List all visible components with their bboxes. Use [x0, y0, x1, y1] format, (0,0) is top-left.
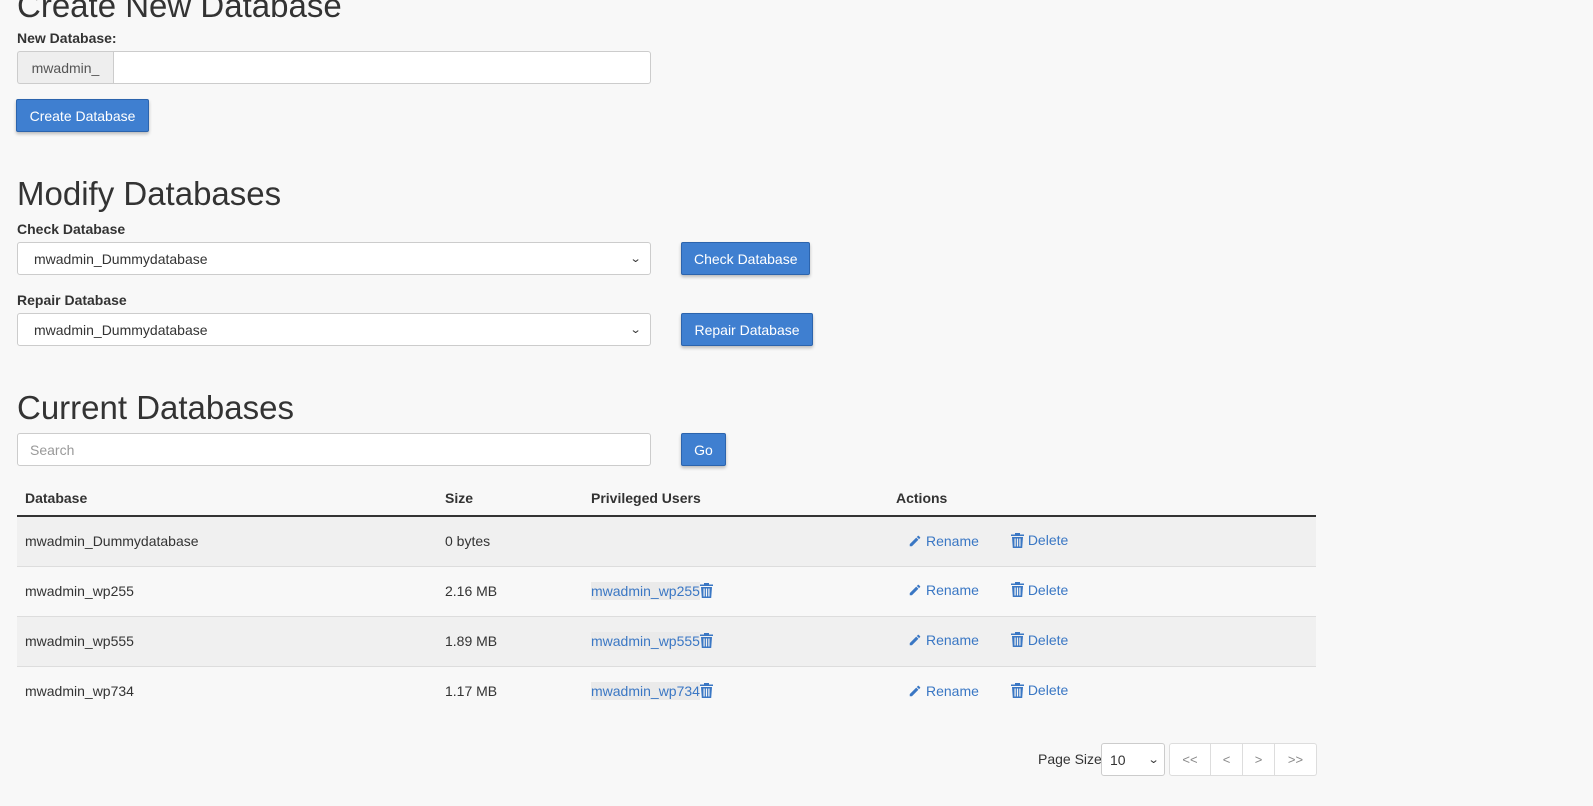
page-size-value: 10: [1110, 751, 1126, 768]
actions-cell: Rename Delete: [888, 615, 1316, 666]
first-page-button[interactable]: <<: [1169, 743, 1211, 776]
rename-label: Rename: [926, 632, 979, 649]
column-header-privileged-users: Privileged Users: [583, 481, 888, 517]
new-database-input-group: mwadmin_: [17, 51, 651, 84]
privileged-users-cell: mwadmin_wp555: [583, 615, 888, 666]
column-header-database[interactable]: Database: [17, 481, 437, 517]
database-name-cell: mwadmin_wp555: [17, 615, 437, 666]
repair-database-selected: mwadmin_Dummydatabase: [34, 321, 208, 338]
column-header-actions: Actions: [888, 481, 1316, 517]
page-size-select[interactable]: 10 ⌄: [1101, 743, 1165, 776]
table-header-row: Database Size Privileged Users Actions: [17, 481, 1316, 517]
rename-label: Rename: [926, 682, 979, 699]
chevron-down-icon: ⌄: [629, 253, 642, 265]
check-database-button[interactable]: Check Database: [681, 242, 810, 275]
pencil-icon: [909, 634, 921, 646]
rename-link[interactable]: Rename: [908, 632, 979, 648]
pencil-icon: [909, 535, 921, 546]
rename-label: Rename: [926, 532, 979, 549]
create-database-button[interactable]: Create Database: [16, 99, 149, 132]
check-database-select[interactable]: mwadmin_Dummydatabase ⌄: [17, 242, 651, 275]
actions-cell: Rename Delete: [888, 565, 1316, 616]
last-page-button[interactable]: >>: [1275, 743, 1317, 776]
table-row: mwadmin_wp255 2.16 MB mwadmin_wp255 Rena…: [17, 565, 1316, 616]
actions-cell: Rename Delete: [888, 515, 1316, 566]
delete-label: Delete: [1027, 631, 1069, 648]
delete-link[interactable]: Delete: [1010, 682, 1069, 698]
privileged-users-cell: mwadmin_wp734: [583, 665, 888, 716]
chevron-down-icon: ⌄: [629, 324, 642, 336]
table-row: mwadmin_wp734 1.17 MB mwadmin_wp734 Rena…: [17, 665, 1316, 716]
privileged-user-link[interactable]: mwadmin_wp734: [591, 682, 700, 701]
column-header-size[interactable]: Size: [437, 481, 583, 517]
trash-icon: [1010, 532, 1024, 548]
current-section-title: Current Databases: [17, 389, 294, 426]
privileged-users-cell: [583, 515, 888, 566]
delete-label: Delete: [1027, 532, 1069, 548]
database-name-cell: mwadmin_wp734: [17, 665, 437, 716]
table-row: mwadmin_Dummydatabase 0 bytes Rename Del…: [17, 515, 1316, 566]
privileged-user-link[interactable]: mwadmin_wp555: [591, 632, 700, 650]
database-size-cell: 1.89 MB: [437, 615, 583, 666]
page-size-label: Page Size: [1038, 751, 1102, 767]
database-size-cell: 1.17 MB: [437, 665, 583, 716]
chevron-down-icon: ⌄: [1147, 754, 1160, 766]
actions-cell: Rename Delete: [888, 665, 1316, 716]
create-section-title: Create New Database: [17, 0, 342, 24]
trash-icon[interactable]: [699, 683, 713, 699]
trash-icon[interactable]: [699, 633, 713, 648]
repair-database-label: Repair Database: [17, 292, 127, 308]
database-size-cell: 0 bytes: [437, 515, 583, 566]
trash-icon: [1010, 632, 1024, 648]
delete-label: Delete: [1027, 581, 1069, 598]
check-database-label: Check Database: [17, 221, 126, 237]
modify-section-title: Modify Databases: [17, 175, 282, 212]
check-database-selected: mwadmin_Dummydatabase: [34, 250, 208, 267]
new-database-label: New Database:: [17, 30, 117, 46]
search-input[interactable]: [17, 433, 651, 466]
repair-database-select[interactable]: mwadmin_Dummydatabase ⌄: [17, 313, 651, 346]
privileged-user-link[interactable]: mwadmin_wp255: [591, 582, 700, 600]
pencil-icon: [909, 584, 921, 596]
rename-label: Rename: [926, 582, 979, 599]
privileged-users-cell: mwadmin_wp255: [583, 565, 888, 616]
go-button[interactable]: Go: [681, 433, 726, 466]
repair-database-button[interactable]: Repair Database: [681, 313, 813, 346]
rename-link[interactable]: Rename: [908, 533, 979, 549]
databases-table: Database Size Privileged Users Actions m…: [17, 481, 1316, 716]
prev-page-button[interactable]: <: [1211, 743, 1243, 776]
delete-link[interactable]: Delete: [1010, 532, 1069, 548]
pagination-controls: << < > >>: [1169, 743, 1317, 776]
delete-link[interactable]: Delete: [1010, 631, 1069, 648]
database-name-cell: mwadmin_wp255: [17, 565, 437, 616]
delete-label: Delete: [1027, 682, 1069, 698]
database-name-cell: mwadmin_Dummydatabase: [17, 515, 437, 566]
pencil-icon: [909, 685, 921, 696]
delete-link[interactable]: Delete: [1010, 581, 1069, 598]
table-row: mwadmin_wp555 1.89 MB mwadmin_wp555 Rena…: [17, 615, 1316, 666]
database-size-cell: 2.16 MB: [437, 565, 583, 616]
trash-icon: [1010, 682, 1024, 698]
database-prefix: mwadmin_: [17, 51, 113, 84]
trash-icon: [1010, 582, 1024, 598]
next-page-button[interactable]: >: [1243, 743, 1275, 776]
rename-link[interactable]: Rename: [908, 683, 979, 699]
rename-link[interactable]: Rename: [908, 582, 979, 598]
new-database-input[interactable]: [113, 51, 651, 84]
trash-icon[interactable]: [699, 583, 713, 598]
